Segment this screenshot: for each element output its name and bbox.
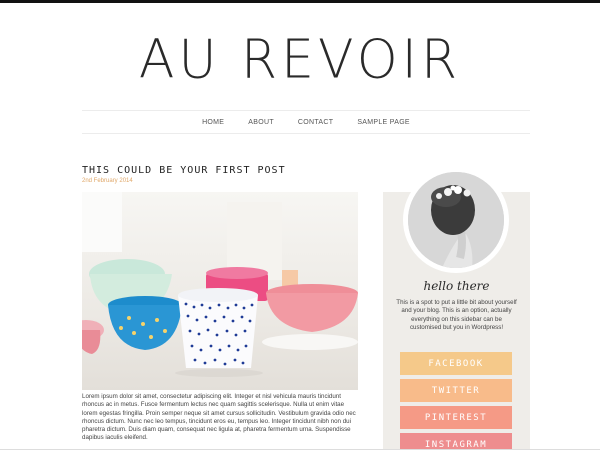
post-featured-image[interactable] xyxy=(82,192,358,390)
cups-bowls-photo xyxy=(82,192,358,390)
facebook-button[interactable]: FACEBOOK xyxy=(400,352,512,375)
instagram-button[interactable]: INSTAGRAM xyxy=(400,433,512,450)
sidebar-greeting: hello there xyxy=(423,279,490,293)
sidebar-bio: This is a spot to put a little bit about… xyxy=(396,299,517,332)
nav-item-sample-page[interactable]: SAMPLE PAGE xyxy=(345,119,422,126)
post-title[interactable]: THIS COULD BE YOUR FIRST POST xyxy=(82,165,286,176)
twitter-button[interactable]: TWITTER xyxy=(400,379,512,402)
nav-item-contact[interactable]: CONTACT xyxy=(286,119,345,126)
main-navigation: HOME ABOUT CONTACT SAMPLE PAGE xyxy=(82,110,530,134)
nav-item-about[interactable]: ABOUT xyxy=(236,119,286,126)
woman-with-flowers-photo xyxy=(408,172,504,268)
site-title[interactable]: AU REVOIR xyxy=(0,29,600,90)
post-excerpt: Lorem ipsum dolor sit amet, consectetur … xyxy=(82,393,356,442)
profile-avatar xyxy=(403,167,509,273)
nav-item-home[interactable]: HOME xyxy=(190,119,236,126)
pinterest-button[interactable]: PINTEREST xyxy=(400,406,512,429)
post-date: 2nd February 2014 xyxy=(82,178,133,184)
top-border xyxy=(0,0,600,3)
